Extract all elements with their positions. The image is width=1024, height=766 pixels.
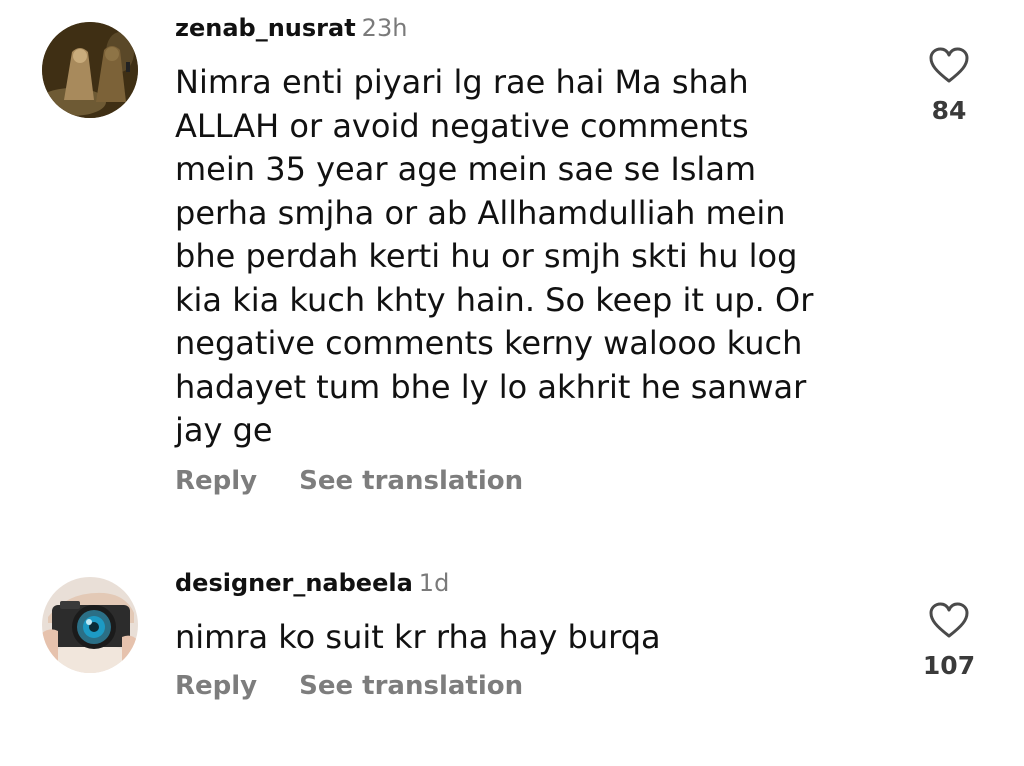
- comment-text-line: kia kia kuch khty hain. So keep it up. O…: [175, 280, 814, 319]
- reply-button[interactable]: Reply: [175, 671, 257, 701]
- see-translation-button[interactable]: See translation: [299, 466, 523, 496]
- comment-text-line: nimra ko suit kr rha hay burqa: [175, 618, 661, 656]
- comment-text: Nimra enti piyari lg rae hai Ma shah ALL…: [175, 61, 875, 453]
- comment-actions: Reply See translation: [175, 671, 523, 701]
- comment-text-line: ALLAH or avoid negative comments: [175, 106, 749, 145]
- avatar-photographer-icon: [42, 577, 138, 673]
- avatar[interactable]: [42, 577, 138, 673]
- comment-text-line: hadayet tum bhe ly lo akhrit he sanwar: [175, 367, 807, 406]
- timestamp: 1d: [418, 569, 450, 597]
- timestamp: 23h: [361, 14, 408, 42]
- comment-text-line: negative comments kerny walooo kuch: [175, 324, 803, 362]
- see-translation-button[interactable]: See translation: [299, 671, 523, 701]
- like-count: 84: [931, 96, 967, 125]
- heart-outline-icon[interactable]: [928, 46, 970, 84]
- comment-item: zenab_nusrat 23h Nimra enti piyari lg rae…: [0, 0, 1024, 540]
- like-count: 107: [922, 651, 976, 680]
- like-control: 107: [909, 601, 989, 680]
- username[interactable]: zenab_nusrat: [175, 14, 356, 42]
- reply-button[interactable]: Reply: [175, 466, 257, 496]
- comment-item: designer_nabeela 1d nimra ko suit kr rha …: [0, 555, 1024, 755]
- comment-text-line: Nimra enti piyari lg rae hai Ma shah: [175, 63, 749, 101]
- comment-header: zenab_nusrat 23h: [175, 14, 407, 42]
- username[interactable]: designer_nabeela: [175, 569, 413, 597]
- like-control: 84: [909, 46, 989, 125]
- comment-text-line: mein 35 year age mein sae se Islam: [175, 150, 757, 188]
- heart-outline-icon[interactable]: [928, 601, 970, 639]
- comment-header: designer_nabeela 1d: [175, 569, 449, 597]
- avatar[interactable]: [42, 22, 138, 118]
- comment-text-line: perha smjha or ab Allhamdulliah mein: [175, 193, 786, 232]
- comment-text-line: bhe perdah kerti hu or smjh skti hu log: [175, 237, 798, 275]
- comment-text: nimra ko suit kr rha hay burqa: [175, 616, 875, 660]
- comment-text-line: jay ge: [175, 411, 273, 449]
- comment-actions: Reply See translation: [175, 466, 523, 496]
- avatar-illustration-icon: [42, 22, 138, 118]
